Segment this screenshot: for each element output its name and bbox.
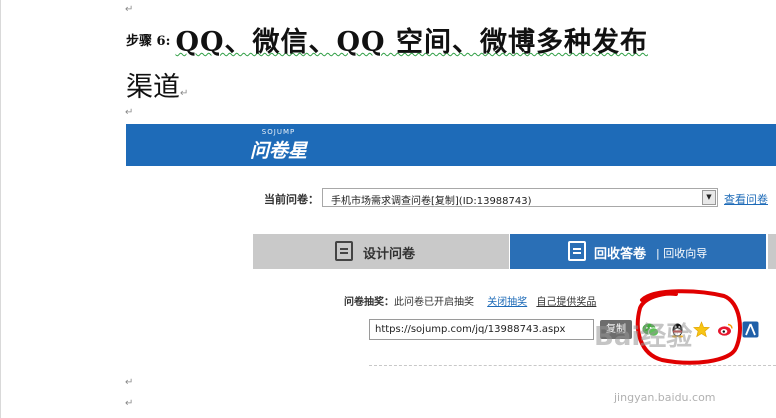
heading-line-2-text: 渠道 [126, 72, 180, 103]
paragraph-mark: ↵ [125, 107, 134, 118]
lottery-label: 问卷抽奖： [344, 297, 394, 308]
own-prize-link[interactable]: 自己提供奖品 [536, 297, 596, 308]
paragraph-mark: ↵ [125, 398, 134, 409]
lottery-status: 此问卷已开启抽奖 [394, 297, 474, 308]
step-label: 步骤 6: [126, 34, 171, 49]
paragraph-mark: ↵ [125, 377, 134, 388]
tab-design-survey[interactable]: 设计问卷 [253, 234, 509, 269]
logo-name: 问卷星 [250, 140, 308, 162]
watermark-url: jingyan.baidu.com [614, 391, 716, 404]
site-logo[interactable]: SOJUMP 问卷星 [250, 128, 307, 163]
heading-line-2: 渠道↵ [126, 65, 726, 104]
heading-line-1: QQ、微信、QQ 空间、微博多种发布 [175, 27, 648, 58]
baidu-watermark: Bai经验 [594, 322, 693, 352]
tab-collect-responses[interactable]: 回收答卷 | 回收向导 [510, 234, 766, 269]
paragraph-mark: ↵ [125, 4, 134, 15]
edit-icon [335, 241, 353, 261]
tab-partial[interactable] [768, 234, 776, 269]
survey-url-value: https://sojump.com/jq/13988743.aspx [375, 324, 566, 335]
site-header: SOJUMP 问卷星 [126, 124, 776, 166]
tab-collect-label: 回收答卷 [594, 247, 647, 262]
survey-url-field[interactable]: https://sojump.com/jq/13988743.aspx [369, 319, 594, 340]
collect-guide-link[interactable]: | 回收向导 [656, 245, 707, 261]
close-lottery-link[interactable]: 关闭抽奖 [487, 297, 527, 308]
survey-select-value: 手机市场需求调查问卷[复制](ID:13988743) [331, 196, 532, 207]
paragraph-mark: ↵ [180, 88, 189, 99]
logo-subtitle: SOJUMP [261, 128, 296, 136]
view-survey-link[interactable]: 查看问卷 [724, 191, 768, 207]
lottery-row: 问卷抽奖：此问卷已开启抽奖 关闭抽奖 自己提供奖品 [344, 293, 596, 308]
clipboard-icon [568, 241, 586, 261]
survey-select[interactable]: 手机市场需求调查问卷[复制](ID:13988743) ▼ [322, 188, 718, 207]
tab-design-label: 设计问卷 [363, 247, 416, 262]
step-heading: 步骤 6: QQ、微信、QQ 空间、微博多种发布 渠道↵ [126, 20, 726, 104]
current-survey-label: 当前问卷： [264, 193, 319, 206]
page-edge [0, 0, 1, 418]
chevron-down-icon[interactable]: ▼ [702, 190, 716, 205]
